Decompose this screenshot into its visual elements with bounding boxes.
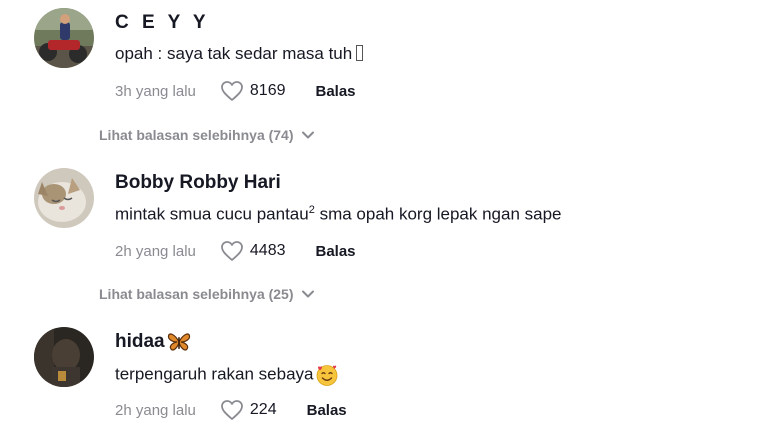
butterfly-emoji-icon — [167, 331, 191, 353]
comment-meta: 3h yang lalu 8169 Balas — [115, 78, 356, 104]
comment-meta: 2h yang lalu 224 Balas — [115, 397, 347, 423]
comment-text-after: sma opah korg lepak ngan sape — [314, 204, 562, 224]
comment-text-before: mintak smua cucu pantau — [115, 204, 309, 224]
chevron-down-icon — [301, 290, 314, 298]
like-count: 4483 — [249, 242, 286, 259]
chevron-down-icon — [301, 131, 314, 139]
like-button[interactable]: 4483 — [220, 240, 316, 262]
view-more-replies-label: Lihat balasan selebihnya (74) — [99, 127, 294, 143]
username[interactable]: C E Y Y — [115, 12, 210, 34]
comment-item: hidaa terpengaruh rakan sebaya 2h yang l… — [34, 327, 734, 427]
comment-text: terpengaruh rakan sebaya — [115, 363, 339, 387]
reply-button[interactable]: Balas — [316, 83, 356, 100]
comment-text: opah : saya tak sedar masa tuh — [115, 44, 364, 64]
comment-item: C E Y Y opah : saya tak sedar masa tuh 3… — [34, 8, 734, 108]
comment-meta: 2h yang lalu 4483 Balas — [115, 238, 356, 264]
timestamp: 3h yang lalu — [115, 82, 196, 100]
username-label: hidaa — [115, 331, 165, 353]
comments-list: C E Y Y opah : saya tak sedar masa tuh 3… — [0, 0, 761, 436]
like-count: 224 — [249, 401, 277, 418]
view-more-replies-label: Lihat balasan selebihnya (25) — [99, 286, 294, 302]
avatar[interactable] — [34, 168, 94, 228]
avatar[interactable] — [34, 8, 94, 68]
comment-text: mintak smua cucu pantau2 sma opah korg l… — [115, 204, 562, 225]
missing-glyph-icon — [356, 45, 364, 61]
avatar[interactable] — [34, 327, 94, 387]
comment-text-content: terpengaruh rakan sebaya — [115, 364, 314, 384]
timestamp: 2h yang lalu — [115, 401, 196, 419]
smiling-face-with-hearts-emoji-icon — [315, 363, 339, 387]
like-button[interactable]: 8169 — [220, 80, 316, 102]
view-more-replies-button[interactable]: Lihat balasan selebihnya (25) — [99, 286, 314, 302]
heart-outline-icon — [221, 400, 243, 420]
reply-button[interactable]: Balas — [307, 402, 347, 419]
heart-outline-icon — [221, 241, 243, 261]
comment-item: Bobby Robby Hari mintak smua cucu pantau… — [34, 168, 734, 268]
username[interactable]: hidaa — [115, 331, 191, 353]
like-count: 8169 — [249, 82, 286, 99]
like-button[interactable]: 224 — [220, 399, 307, 421]
reply-button[interactable]: Balas — [316, 243, 356, 260]
comment-text-content: opah : saya tak sedar masa tuh — [115, 44, 353, 63]
heart-outline-icon — [221, 81, 243, 101]
timestamp: 2h yang lalu — [115, 242, 196, 260]
username[interactable]: Bobby Robby Hari — [115, 172, 281, 194]
view-more-replies-button[interactable]: Lihat balasan selebihnya (74) — [99, 127, 314, 143]
